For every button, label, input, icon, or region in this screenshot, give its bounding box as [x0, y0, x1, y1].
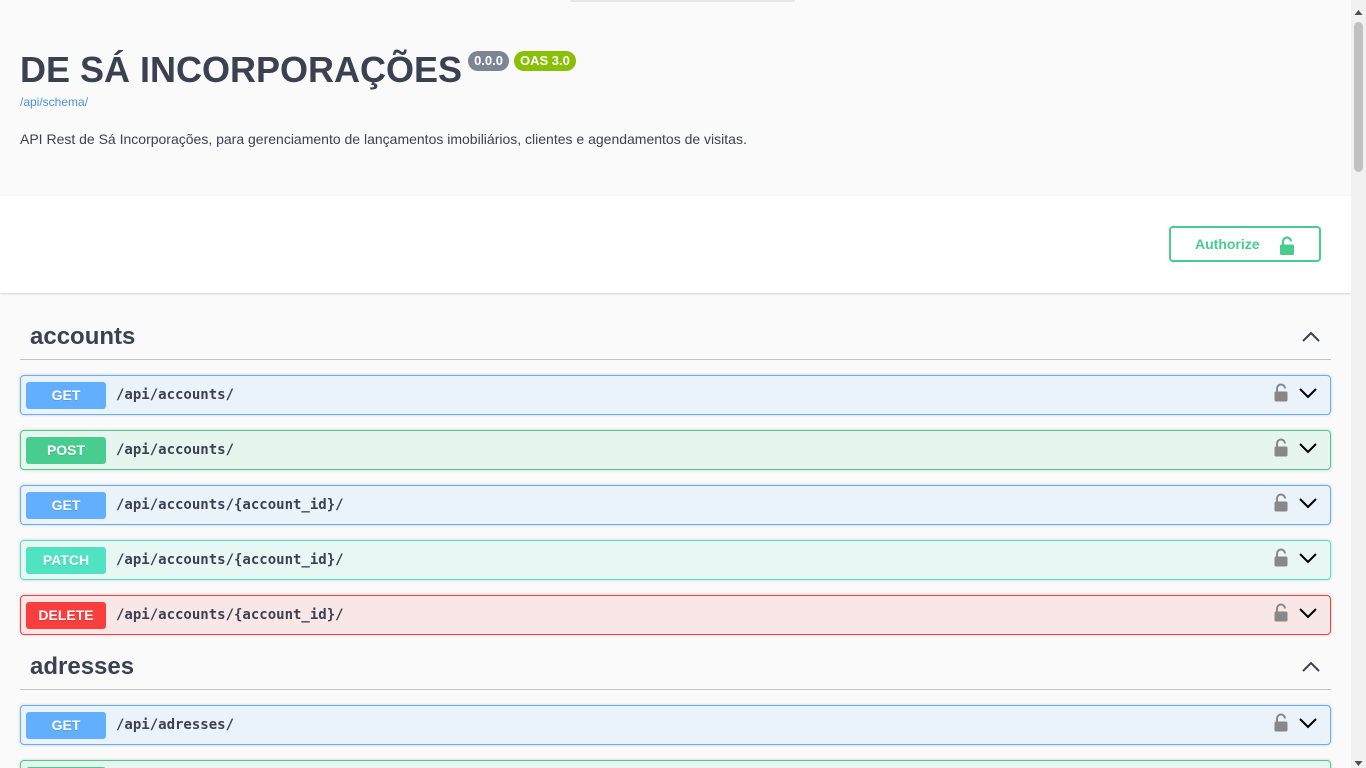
chevron-down-icon[interactable] — [1298, 603, 1318, 623]
top-bar-edge — [570, 0, 795, 2]
unlock-icon[interactable] — [1273, 713, 1289, 733]
operation-get-accounts[interactable]: GET /api/accounts/ — [20, 375, 1331, 415]
method-badge: GET — [26, 381, 106, 409]
operation-path: /api/accounts/ — [116, 442, 235, 458]
method-badge: POST — [26, 436, 106, 464]
api-description: API Rest de Sá Incorporações, para geren… — [20, 131, 747, 147]
unlock-icon[interactable] — [1273, 493, 1289, 513]
title-row: DE SÁ INCORPORAÇÕES 0.0.0 OAS 3.0 — [20, 48, 1330, 92]
authorize-label: Authorize — [1195, 236, 1260, 252]
tag-header-accounts[interactable]: accounts — [20, 314, 1331, 360]
unlock-icon — [1279, 236, 1295, 259]
tag-section-accounts: accounts GET /api/accounts/ POST /api/ac… — [20, 314, 1331, 635]
operation-partial[interactable] — [20, 760, 1331, 768]
chevron-down-icon[interactable] — [1298, 438, 1318, 458]
chevron-down-icon[interactable] — [1298, 493, 1318, 513]
chevron-down-icon[interactable] — [1298, 548, 1318, 568]
scrollbar-thumb[interactable] — [1354, 22, 1363, 172]
operation-path: /api/accounts/ — [116, 387, 235, 403]
method-badge: DELETE — [26, 601, 106, 629]
chevron-down-icon[interactable] — [1298, 713, 1318, 733]
page-title: DE SÁ INCORPORAÇÕES — [20, 49, 463, 90]
operation-path: /api/accounts/{account_id}/ — [116, 607, 344, 623]
chevron-up-icon[interactable] — [1301, 327, 1321, 347]
scroll-down-arrow-icon[interactable] — [1354, 755, 1363, 766]
operation-delete-account[interactable]: DELETE /api/accounts/{account_id}/ — [20, 595, 1331, 635]
chevron-down-icon[interactable] — [1298, 383, 1318, 403]
method-badge: GET — [26, 711, 106, 739]
unlock-icon[interactable] — [1273, 603, 1289, 623]
unlock-icon[interactable] — [1273, 548, 1289, 568]
scheme-container: Authorize — [0, 196, 1351, 293]
method-badge: GET — [26, 491, 106, 519]
operation-get-account-by-id[interactable]: GET /api/accounts/{account_id}/ — [20, 485, 1331, 525]
method-badge: PATCH — [26, 546, 106, 574]
operation-post-accounts[interactable]: POST /api/accounts/ — [20, 430, 1331, 470]
schema-link[interactable]: /api/schema/ — [20, 95, 1330, 109]
api-info: DE SÁ INCORPORAÇÕES 0.0.0 OAS 3.0 /api/s… — [20, 48, 1330, 149]
oas-badge: OAS 3.0 — [513, 51, 576, 71]
tag-section-adresses: adresses GET /api/adresses/ — [20, 644, 1331, 768]
version-badge: 0.0.0 — [468, 51, 509, 71]
chevron-up-icon[interactable] — [1301, 657, 1321, 677]
operation-patch-account[interactable]: PATCH /api/accounts/{account_id}/ — [20, 540, 1331, 580]
vertical-scrollbar[interactable] — [1351, 0, 1366, 768]
tag-header-adresses[interactable]: adresses — [20, 644, 1331, 690]
scroll-up-arrow-icon[interactable] — [1354, 4, 1363, 15]
unlock-icon[interactable] — [1273, 383, 1289, 403]
operation-path: /api/accounts/{account_id}/ — [116, 552, 344, 568]
operation-path: /api/adresses/ — [116, 717, 235, 733]
tag-title: adresses — [30, 652, 135, 680]
unlock-icon[interactable] — [1273, 438, 1289, 458]
authorize-button[interactable]: Authorize — [1169, 226, 1321, 262]
operation-get-adresses[interactable]: GET /api/adresses/ — [20, 705, 1331, 745]
swagger-page: DE SÁ INCORPORAÇÕES 0.0.0 OAS 3.0 /api/s… — [0, 0, 1351, 768]
tag-title: accounts — [30, 322, 136, 350]
operation-path: /api/accounts/{account_id}/ — [116, 497, 344, 513]
